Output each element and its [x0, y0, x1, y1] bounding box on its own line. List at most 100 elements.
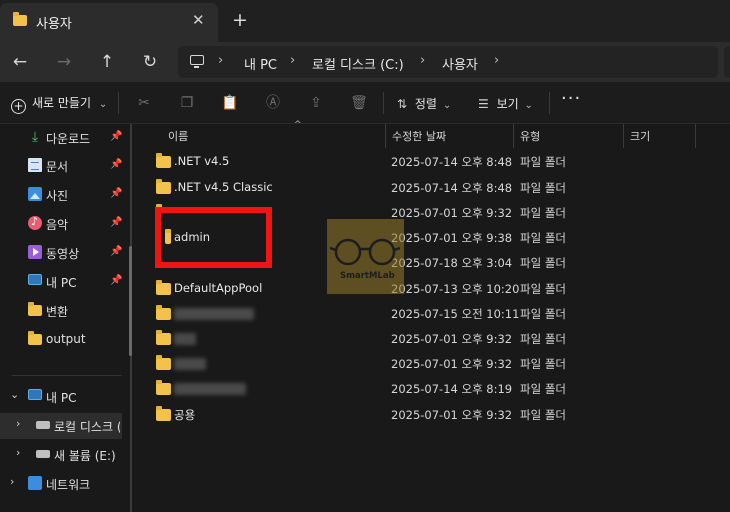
close-icon[interactable]: ✕: [192, 11, 205, 29]
chevron-right-icon[interactable]: ›: [16, 446, 20, 459]
sidebar-item-my-pc[interactable]: 내 PC 📌: [0, 269, 130, 295]
column-header-label: 수정한 날짜: [392, 130, 447, 143]
sidebar-item-videos[interactable]: 동영상 📌: [0, 240, 130, 266]
copy-icon[interactable]: ❐: [178, 94, 196, 112]
sidebar-item-label: 문서: [46, 160, 69, 174]
glasses-icon: [330, 238, 400, 266]
sort-ascending-icon: ^: [294, 120, 302, 130]
sidebar-item-documents[interactable]: 문서 📌: [0, 153, 130, 179]
breadcrumb-separator[interactable]: ›: [290, 53, 295, 68]
sidebar-item-label: 사진: [46, 189, 69, 203]
file-modified: 2025-07-14 오후 8:48: [391, 155, 513, 169]
table-row[interactable]: 2025-07-01 오후 9:32 파일 폴더: [152, 351, 712, 376]
sort-button[interactable]: ⇅ 정렬 ⌄: [397, 95, 451, 112]
tree-item-my-pc[interactable]: ⌄ 내 PC: [0, 384, 130, 410]
sidebar-item-output[interactable]: output: [0, 327, 130, 353]
tree-item-network[interactable]: › 네트워크: [0, 471, 130, 497]
address-bar[interactable]: › 내 PC › 로컬 디스크 (C:) › 사용자 ›: [178, 46, 718, 78]
new-tab-button[interactable]: +: [232, 9, 248, 31]
redacted-name: [174, 383, 246, 395]
file-type: 파일 폴더: [520, 181, 566, 195]
tree-item-new-volume[interactable]: › 새 볼륨 (E:): [0, 442, 130, 468]
chevron-right-icon[interactable]: ›: [16, 417, 20, 430]
pin-icon[interactable]: 📌: [110, 159, 122, 170]
column-header-modified[interactable]: 수정한 날짜: [386, 124, 514, 148]
file-name: 공용: [174, 408, 196, 422]
breadcrumb-separator[interactable]: ›: [420, 53, 425, 68]
sidebar-item-pictures[interactable]: 사진 📌: [0, 182, 130, 208]
file-type: 파일 폴더: [520, 408, 566, 422]
breadcrumb-users[interactable]: 사용자: [442, 54, 478, 73]
tree-item-local-disk[interactable]: › 로컬 디스크 (C:): [0, 413, 122, 439]
folder-icon: [156, 355, 171, 370]
file-name: .NET v4.5: [174, 154, 230, 168]
highlight-box: [155, 207, 272, 268]
share-icon[interactable]: ⇪: [307, 94, 325, 112]
tab-users[interactable]: 사용자 ✕: [0, 3, 218, 42]
sidebar-item-label: 동영상: [46, 247, 80, 261]
column-header-type[interactable]: 유형: [514, 124, 624, 148]
folder-icon: [156, 280, 171, 295]
pictures-icon: [28, 187, 42, 201]
sidebar-item-convert[interactable]: 변환: [0, 298, 130, 324]
file-modified: 2025-07-18 오후 3:04: [391, 256, 513, 270]
pin-icon[interactable]: 📌: [110, 217, 122, 228]
column-header-name[interactable]: 이름 ^: [162, 120, 386, 148]
table-row[interactable]: DefaultAppPool 2025-07-13 오후 10:20 파일 폴더: [152, 276, 712, 301]
table-row[interactable]: 2025-07-14 오후 8:19 파일 폴더: [152, 376, 712, 401]
chevron-right-icon[interactable]: ›: [10, 475, 14, 488]
delete-icon[interactable]: 🗑: [350, 94, 368, 112]
table-row[interactable]: 2025-07-01 오후 9:32 파일 폴더: [152, 326, 712, 351]
back-button[interactable]: ←: [8, 50, 32, 74]
column-header-size[interactable]: 크기: [624, 124, 696, 148]
table-row[interactable]: 2025-07-15 오전 10:11 파일 폴더: [152, 301, 712, 326]
table-row[interactable]: .NET v4.5 Classic 2025-07-14 오후 8:48 파일 …: [152, 175, 712, 200]
file-modified: 2025-07-01 오후 9:32: [391, 332, 513, 346]
view-button[interactable]: ☰ 보기 ⌄: [478, 95, 533, 112]
forward-button[interactable]: →: [52, 50, 76, 74]
toolbar-divider: [383, 92, 384, 114]
file-list: 이름 ^ 수정한 날짜 유형 크기 .NET v4.5 2025-07-14 오…: [136, 120, 730, 512]
search-box[interactable]: [724, 46, 730, 78]
plus-icon: +: [11, 99, 26, 114]
new-button[interactable]: + 새로 만들기 ⌄: [11, 94, 107, 114]
pin-icon[interactable]: 📌: [110, 131, 122, 142]
new-label: 새로 만들기: [32, 96, 92, 110]
chevron-down-icon: ⌄: [98, 99, 108, 110]
command-bar: + 새로 만들기 ⌄ ✂ ❐ 📋 Ⓐ ⇪ 🗑 ⇅ 정렬 ⌄ ☰ 보기 ⌄ ···: [0, 82, 730, 124]
up-button[interactable]: ↑: [95, 50, 119, 74]
refresh-button[interactable]: ↻: [138, 50, 162, 74]
breadcrumb-separator[interactable]: ›: [494, 53, 499, 68]
document-icon: [28, 158, 42, 172]
breadcrumb-my-pc[interactable]: 내 PC: [244, 54, 277, 73]
cut-icon[interactable]: ✂: [135, 94, 153, 112]
pin-icon[interactable]: 📌: [110, 188, 122, 199]
sidebar-scrollbar-thumb[interactable]: [129, 246, 132, 356]
toolbar-divider: [118, 92, 119, 114]
breadcrumb-separator[interactable]: ›: [218, 53, 223, 68]
sidebar-item-music[interactable]: 음악 📌: [0, 211, 130, 237]
table-row[interactable]: .NET v4.5 2025-07-14 오후 8:48 파일 폴더: [152, 149, 712, 174]
file-modified: 2025-07-14 오후 8:19: [391, 382, 513, 396]
sidebar-item-label: 변환: [46, 305, 69, 319]
paste-icon[interactable]: 📋: [221, 94, 239, 112]
more-options-button[interactable]: ···: [561, 88, 581, 109]
column-header-label: 유형: [520, 130, 541, 143]
breadcrumb-local-disk[interactable]: 로컬 디스크 (C:): [312, 54, 404, 73]
sidebar-item-label: 다운로드: [46, 132, 91, 146]
pin-icon[interactable]: 📌: [110, 246, 122, 257]
chevron-down-icon[interactable]: ⌄: [10, 388, 19, 401]
rename-icon[interactable]: Ⓐ: [264, 94, 282, 112]
sidebar-item-downloads[interactable]: ⤓ 다운로드 📌: [0, 125, 130, 151]
folder-icon: [28, 331, 42, 345]
file-type: 파일 폴더: [520, 256, 566, 270]
folder-icon: [156, 380, 171, 395]
file-type: 파일 폴더: [520, 357, 566, 371]
music-icon: [28, 215, 42, 230]
folder-icon: [13, 12, 27, 26]
folder-icon: [156, 179, 171, 194]
table-row[interactable]: 공용 2025-07-01 오후 9:32 파일 폴더: [152, 402, 712, 427]
drive-icon: [36, 421, 50, 429]
pin-icon[interactable]: 📌: [110, 275, 122, 286]
folder-icon: [156, 406, 171, 421]
